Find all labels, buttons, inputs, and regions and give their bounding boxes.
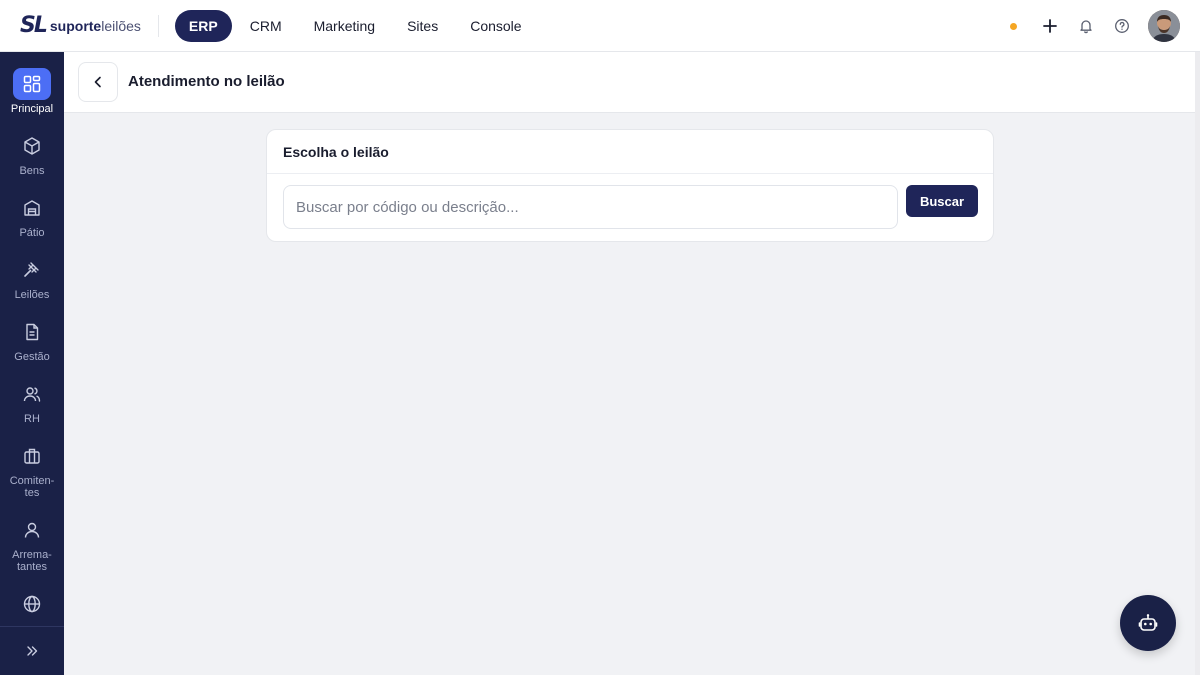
- sidebar-item-rh[interactable]: RH: [0, 378, 64, 425]
- sidebar-item-leiloes[interactable]: Leilões: [0, 254, 64, 301]
- document-icon: [14, 316, 50, 348]
- brand-logo[interactable]: SL suporteleilões: [20, 0, 141, 52]
- sidebar-item-principal[interactable]: Principal: [0, 68, 64, 115]
- top-nav: ERP CRM Marketing Sites Console: [174, 9, 538, 42]
- sidebar-item-arrematantes[interactable]: Arrema- tantes: [0, 514, 64, 573]
- gavel-icon: [14, 254, 50, 286]
- avatar[interactable]: [1148, 10, 1180, 42]
- status-dot: [1010, 23, 1017, 30]
- sidebar: Principal Bens Pátio Leilões Gestão RH C…: [0, 52, 64, 675]
- user-icon: [14, 514, 50, 546]
- nav-erp[interactable]: ERP: [174, 9, 232, 42]
- chatbot-button[interactable]: [1120, 595, 1176, 651]
- robot-icon: [1138, 614, 1158, 631]
- sidebar-label: Gestão: [14, 351, 50, 363]
- card-title: Escolha o leilão: [283, 144, 389, 160]
- briefcase-icon: [14, 440, 50, 472]
- nav-marketing[interactable]: Marketing: [300, 10, 389, 42]
- users-icon: [14, 378, 50, 410]
- sidebar-label: Principal: [10, 103, 54, 115]
- globe-icon: [14, 588, 50, 620]
- sidebar-item-gestao[interactable]: Gestão: [0, 316, 64, 363]
- sidebar-label: Comiten- tes: [9, 475, 55, 499]
- bell-icon[interactable]: [1074, 14, 1098, 38]
- sidebar-label: RH: [24, 413, 40, 425]
- divider: [157, 14, 159, 37]
- back-button[interactable]: [78, 62, 118, 102]
- sidebar-label: Leilões: [14, 289, 50, 301]
- auction-picker-card: Escolha o leilão Buscar: [266, 129, 994, 242]
- chevron-left-icon: [94, 76, 101, 88]
- page-header: Atendimento no leilão: [64, 52, 1195, 113]
- nav-crm[interactable]: CRM: [236, 10, 296, 42]
- nav-sites[interactable]: Sites: [393, 10, 452, 42]
- sidebar-label: Pátio: [19, 227, 45, 239]
- brand-mark: SL: [20, 13, 48, 38]
- sidebar-item-sites[interactable]: [0, 588, 64, 620]
- sidebar-label: Bens: [19, 165, 45, 177]
- sidebar-label: Arrema- tantes: [12, 549, 52, 573]
- chevrons-right-icon: [14, 635, 50, 667]
- brand-name: suporteleilões: [49, 17, 141, 34]
- search-button[interactable]: Buscar: [906, 185, 978, 217]
- top-bar: SL suporteleilões ERP CRM Marketing Site…: [0, 0, 1200, 52]
- box-icon: [14, 130, 50, 162]
- page-title: Atendimento no leilão: [128, 73, 285, 90]
- sidebar-item-bens[interactable]: Bens: [0, 130, 64, 177]
- warehouse-icon: [14, 192, 50, 224]
- sidebar-collapse-button[interactable]: [0, 635, 64, 667]
- sidebar-divider: [0, 626, 64, 627]
- sidebar-item-patio[interactable]: Pátio: [0, 192, 64, 239]
- divider: [267, 173, 993, 174]
- search-input[interactable]: [283, 185, 898, 229]
- nav-console[interactable]: Console: [456, 10, 535, 42]
- plus-icon[interactable]: [1038, 14, 1062, 38]
- grid-icon: [13, 68, 51, 100]
- scrollbar-track[interactable]: [1195, 52, 1200, 675]
- sidebar-item-comitentes[interactable]: Comiten- tes: [0, 440, 64, 499]
- help-icon[interactable]: [1110, 14, 1134, 38]
- top-right-actions: [1000, 0, 1200, 52]
